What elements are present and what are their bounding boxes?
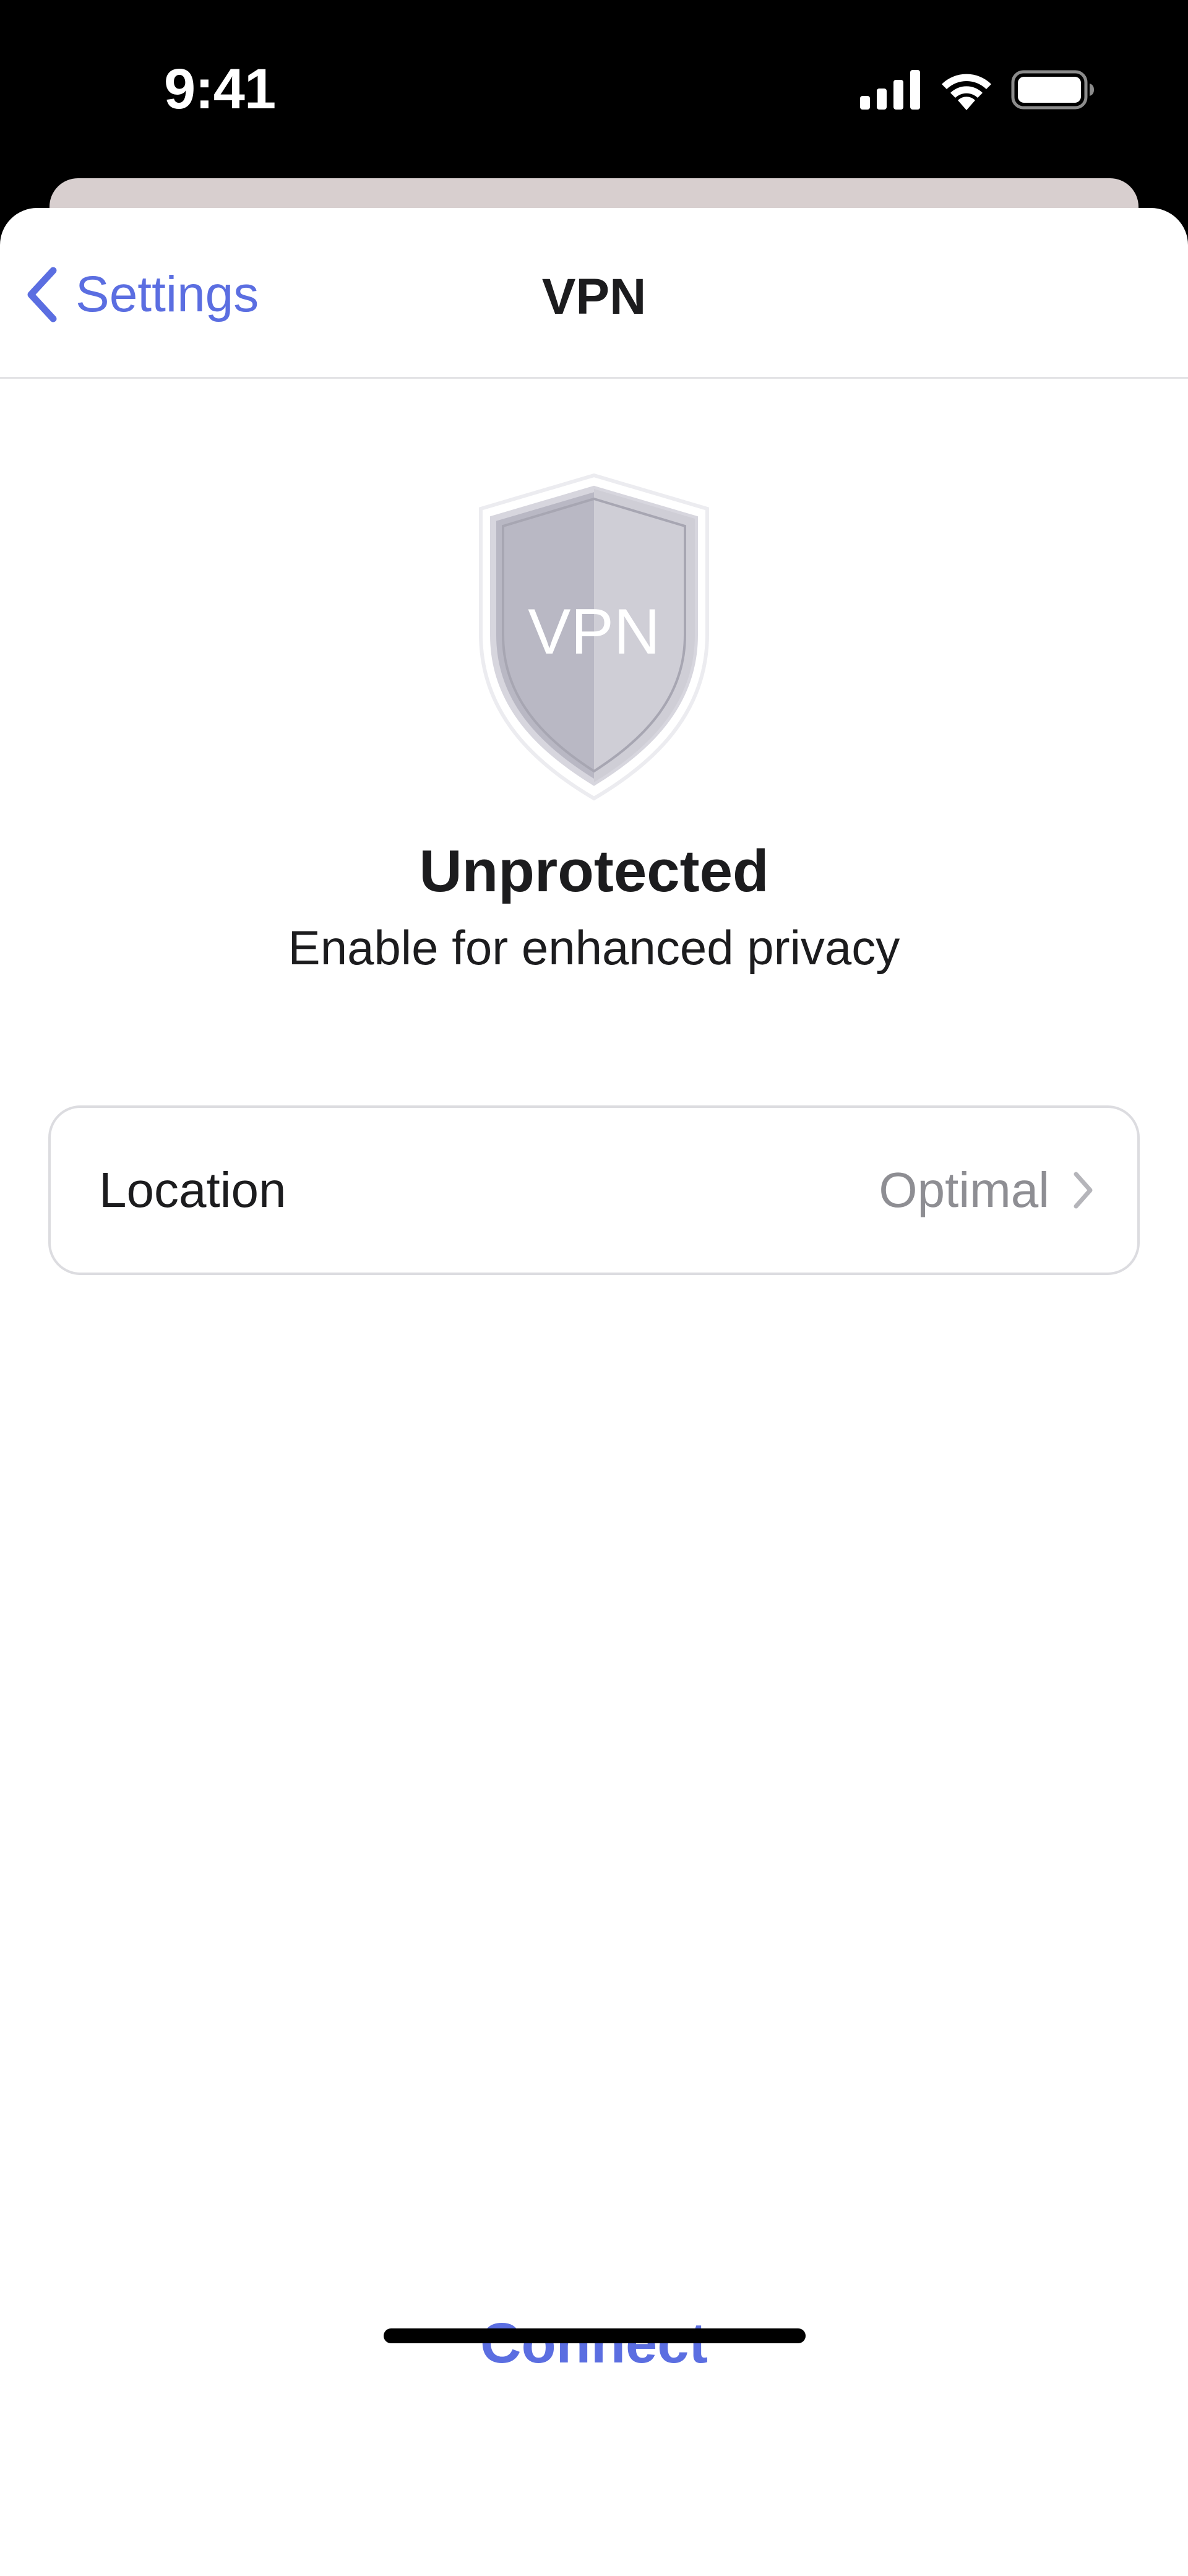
vpn-shield-icon: VPN bbox=[455, 467, 733, 807]
chevron-right-icon bbox=[1074, 1172, 1093, 1209]
vpn-screen: 9:41 Settings VPN VPN Unprotected Enable… bbox=[0, 0, 1188, 2576]
cellular-signal-icon bbox=[860, 70, 920, 110]
status-bar: 9:41 bbox=[0, 0, 1188, 179]
location-row[interactable]: Location Optimal bbox=[48, 1105, 1140, 1275]
battery-icon bbox=[1011, 70, 1094, 110]
status-title: Unprotected bbox=[419, 838, 769, 904]
status-subtitle: Enable for enhanced privacy bbox=[288, 920, 900, 975]
shield-label: VPN bbox=[528, 596, 660, 668]
vpn-sheet: Settings VPN VPN Unprotected Enable for … bbox=[0, 208, 1188, 2576]
connect-button[interactable]: Connect bbox=[346, 2300, 842, 2387]
status-icons bbox=[860, 62, 1095, 118]
home-indicator[interactable] bbox=[384, 2328, 806, 2343]
location-value: Optimal bbox=[879, 1162, 1049, 1217]
status-time: 9:41 bbox=[164, 58, 276, 121]
wifi-icon bbox=[942, 74, 991, 110]
navigation-bar: Settings VPN bbox=[0, 208, 1188, 379]
page-title: VPN bbox=[541, 269, 647, 325]
location-label: Location bbox=[99, 1162, 286, 1217]
